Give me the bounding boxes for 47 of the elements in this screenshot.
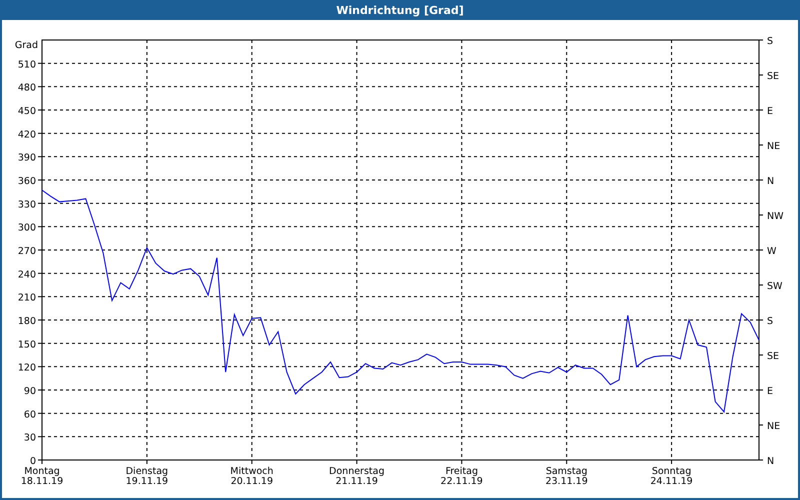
y-tick-label: 480 (18, 82, 36, 94)
y-tick-label: 330 (18, 199, 36, 210)
window-title: Windrichtung [Grad] (336, 4, 464, 16)
y-tick-label: 240 (18, 269, 36, 280)
compass-label: N (767, 456, 774, 467)
x-tick-label: Dienstag (126, 466, 168, 477)
date-label: 20.11.19 (230, 476, 273, 487)
compass-label: S (767, 316, 774, 327)
date-label: 24.11.19 (650, 476, 693, 487)
date-label: 22.11.19 (440, 476, 483, 487)
y-tick-label: 150 (18, 339, 36, 350)
date-label: 21.11.19 (336, 476, 378, 487)
y-tick-label: 90 (24, 386, 36, 397)
y-tick-label: 300 (18, 222, 36, 234)
y-tick-label: 30 (24, 432, 36, 444)
compass-label: E (767, 386, 774, 397)
y-tick-label: 390 (18, 152, 36, 164)
compass-label: E (767, 106, 774, 117)
date-label: 23.11.19 (545, 476, 588, 487)
compass-label: NW (767, 211, 784, 222)
compass-label: S (767, 36, 774, 47)
y-tick-label: 210 (18, 292, 36, 304)
x-tick-label: Donnerstag (329, 466, 384, 477)
compass-label: SE (767, 71, 780, 82)
compass-label: NE (767, 141, 780, 152)
x-tick-label: Mittwoch (230, 466, 274, 477)
compass-label: W (767, 246, 776, 257)
x-tick-label: Samstag (546, 466, 588, 477)
y-tick-label: 510 (18, 59, 36, 70)
y-tick-label: 420 (18, 129, 36, 140)
y-tick-label: 450 (18, 106, 36, 117)
compass-label: SE (767, 351, 780, 362)
compass-label: SW (767, 281, 782, 292)
y-tick-label: 360 (18, 176, 36, 187)
y-axis-title: Grad (14, 40, 38, 51)
y-tick-label: 180 (18, 316, 36, 327)
y-tick-label: 120 (18, 362, 36, 374)
x-tick-label: Montag (24, 466, 60, 477)
y-tick-label: 270 (18, 246, 36, 257)
y-tick-label: 0 (30, 456, 36, 467)
x-tick-label: Freitag (445, 466, 478, 477)
date-label: 18.11.19 (20, 476, 64, 487)
y-tick-label: 60 (24, 409, 36, 420)
compass-label: NE (767, 421, 780, 432)
x-tick-label: Sonntag (652, 466, 692, 477)
compass-label: N (767, 176, 774, 187)
date-label: 19.11.19 (126, 476, 168, 487)
